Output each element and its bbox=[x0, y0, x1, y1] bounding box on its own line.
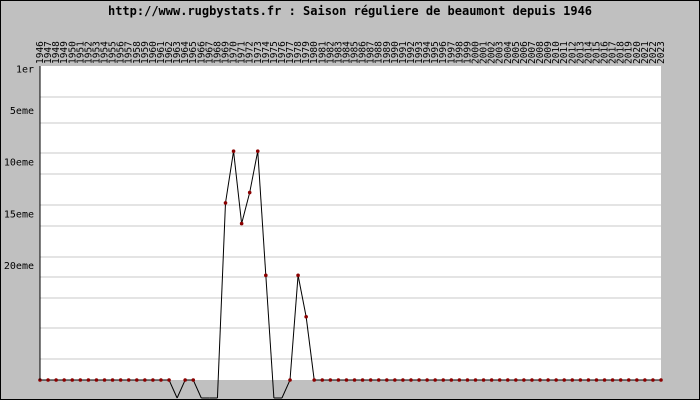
data-point bbox=[134, 378, 139, 382]
data-point bbox=[393, 378, 397, 382]
data-point bbox=[602, 378, 607, 382]
data-point bbox=[78, 378, 83, 382]
chart-title: http://www.rugbystats.fr : Saison réguli… bbox=[108, 4, 592, 18]
y-tick-label: 10eme bbox=[4, 158, 34, 169]
data-point bbox=[554, 378, 558, 382]
data-point bbox=[481, 378, 486, 382]
data-point bbox=[94, 378, 99, 382]
data-point bbox=[328, 378, 333, 382]
data-point bbox=[360, 378, 365, 382]
data-point bbox=[143, 378, 147, 382]
data-point bbox=[570, 378, 575, 382]
data-point bbox=[151, 378, 155, 382]
data-point bbox=[159, 378, 163, 382]
ranking-line-chart: http://www.rugbystats.fr : Saison réguli… bbox=[0, 0, 700, 400]
data-point bbox=[659, 378, 663, 382]
data-point bbox=[594, 378, 599, 382]
y-tick-label: 5eme bbox=[10, 106, 34, 117]
data-point bbox=[110, 378, 115, 382]
data-point bbox=[118, 378, 123, 382]
data-point bbox=[344, 378, 349, 382]
data-point bbox=[401, 378, 405, 382]
data-point bbox=[538, 378, 542, 382]
x-tick-label: 2023 bbox=[656, 41, 667, 64]
data-point bbox=[425, 378, 429, 382]
data-point bbox=[312, 378, 317, 382]
data-point bbox=[126, 378, 131, 382]
data-point bbox=[610, 378, 615, 382]
data-point bbox=[530, 378, 534, 382]
data-point bbox=[296, 273, 300, 278]
data-point bbox=[449, 378, 454, 382]
data-point bbox=[562, 378, 567, 382]
data-point bbox=[546, 378, 550, 382]
data-point bbox=[255, 149, 260, 153]
plot-area bbox=[40, 66, 661, 380]
data-point bbox=[441, 378, 446, 382]
y-tick-label: 20eme bbox=[4, 261, 34, 272]
data-point bbox=[46, 378, 50, 382]
data-point bbox=[578, 378, 583, 382]
data-point bbox=[409, 378, 413, 382]
data-point bbox=[618, 378, 623, 382]
data-point bbox=[304, 314, 308, 319]
data-point bbox=[247, 190, 252, 195]
data-point bbox=[102, 378, 107, 382]
data-point bbox=[62, 378, 66, 382]
data-point bbox=[70, 378, 75, 382]
data-point bbox=[352, 378, 357, 382]
data-point bbox=[586, 378, 591, 382]
data-point bbox=[626, 378, 631, 382]
data-point bbox=[497, 378, 502, 382]
y-tick-label: 1er bbox=[16, 64, 34, 75]
data-point bbox=[505, 378, 510, 382]
data-point bbox=[465, 378, 470, 382]
data-point bbox=[239, 221, 244, 226]
data-point bbox=[288, 378, 292, 382]
y-tick-label: 15eme bbox=[4, 209, 34, 220]
data-point bbox=[457, 378, 462, 382]
data-point bbox=[231, 149, 236, 153]
data-point bbox=[368, 378, 373, 382]
data-point bbox=[635, 378, 639, 382]
data-point bbox=[376, 378, 381, 382]
data-point bbox=[223, 201, 228, 205]
data-point bbox=[320, 378, 325, 382]
data-point bbox=[54, 378, 58, 382]
data-point bbox=[473, 378, 478, 382]
x-axis-labels: 1946194719481949195019511952195319541955… bbox=[35, 41, 667, 64]
data-point bbox=[336, 378, 341, 382]
chart-window: http://www.rugbystats.fr : Saison réguli… bbox=[0, 0, 700, 400]
data-point bbox=[514, 378, 518, 382]
data-point bbox=[417, 378, 421, 382]
data-point bbox=[191, 378, 196, 382]
data-point bbox=[167, 378, 171, 382]
data-point bbox=[264, 273, 268, 278]
data-point bbox=[183, 378, 187, 382]
data-point bbox=[433, 378, 437, 382]
data-point bbox=[384, 378, 389, 382]
data-point bbox=[86, 378, 91, 382]
data-point bbox=[643, 378, 647, 382]
data-point bbox=[489, 378, 494, 382]
data-point bbox=[522, 378, 526, 382]
baseline-band bbox=[40, 380, 661, 398]
data-point bbox=[651, 378, 655, 382]
